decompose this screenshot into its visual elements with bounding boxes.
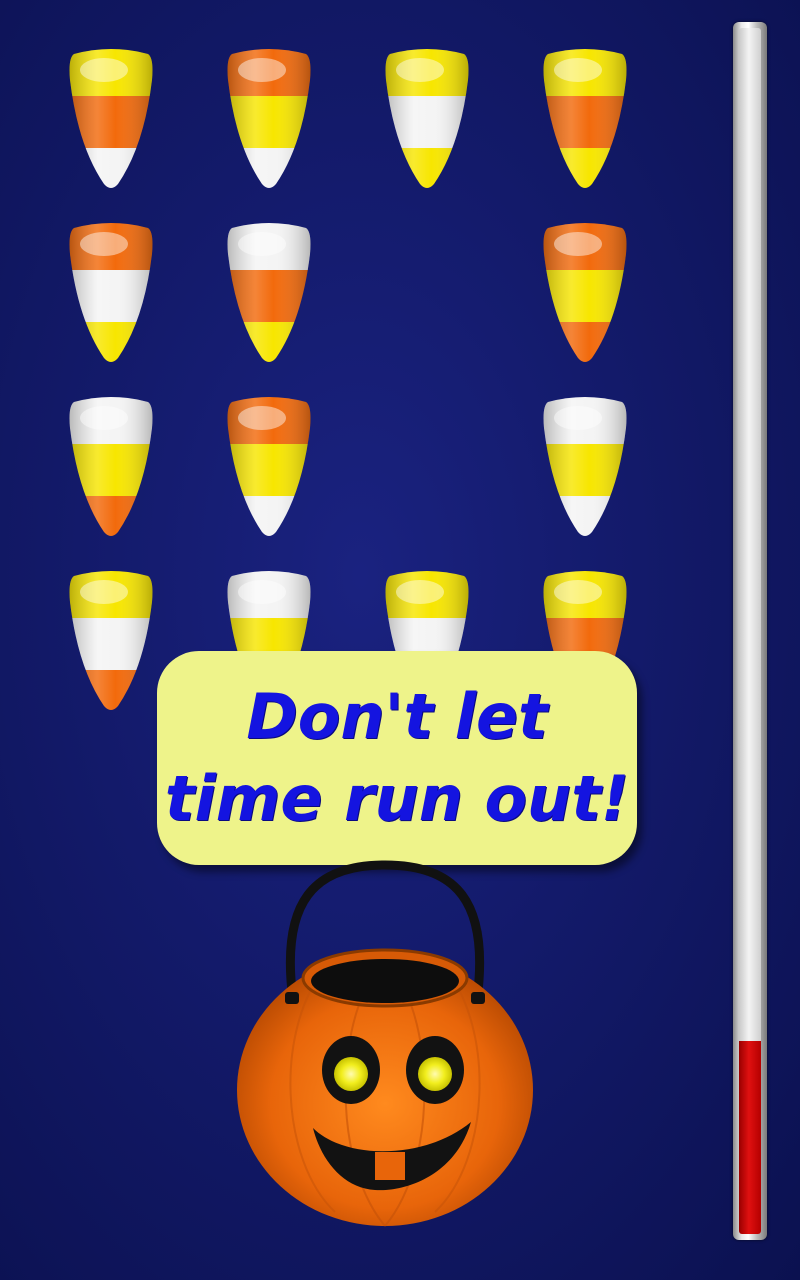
time-meter-fill <box>739 1041 761 1234</box>
candy-corn-icon[interactable] <box>224 46 314 192</box>
message-line-1: Don't let <box>246 680 548 753</box>
candy-corn-icon[interactable] <box>224 220 314 366</box>
time-meter <box>733 22 767 1240</box>
candy-corn-icon[interactable] <box>224 394 314 540</box>
candy-corn-icon[interactable] <box>66 46 156 192</box>
jack-o-lantern-bucket-icon[interactable] <box>225 860 545 1230</box>
candy-corn-icon[interactable] <box>540 394 630 540</box>
candy-corn-icon[interactable] <box>66 394 156 540</box>
candy-corn-icon[interactable] <box>382 46 472 192</box>
candy-corn-icon[interactable] <box>540 220 630 366</box>
candy-corn-icon[interactable] <box>66 568 156 714</box>
message-line-2: time run out! <box>164 762 630 835</box>
candy-corn-icon[interactable] <box>540 46 630 192</box>
time-meter-track <box>739 28 761 1234</box>
message-bubble: Don't let time run out! <box>157 651 637 865</box>
candy-corn-icon[interactable] <box>66 220 156 366</box>
